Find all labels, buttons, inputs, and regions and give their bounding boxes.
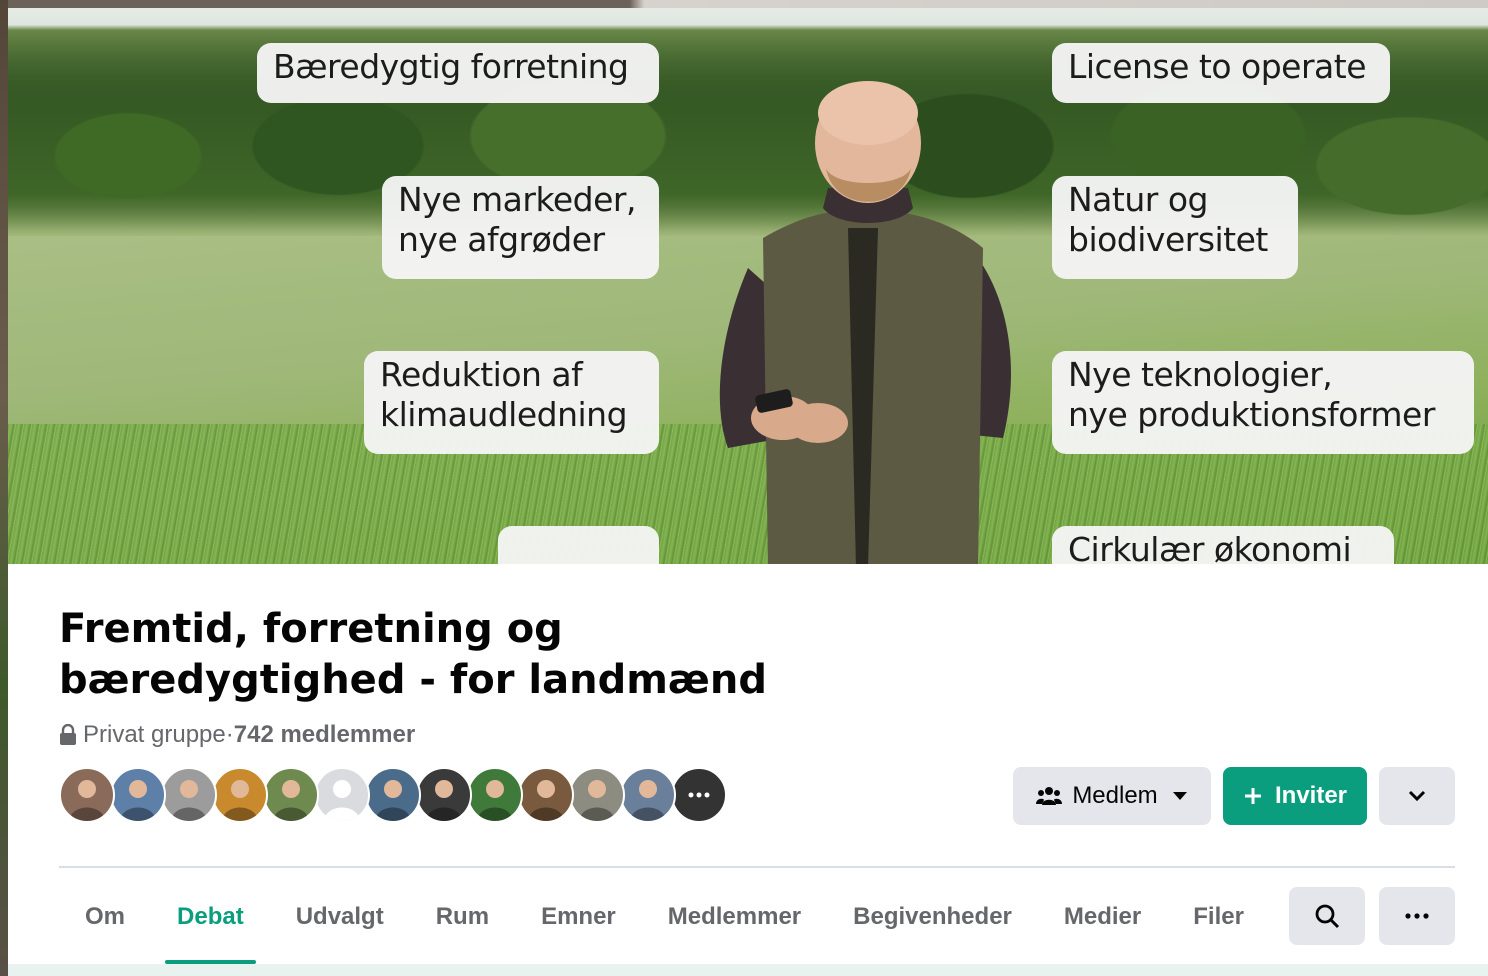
person-icon — [528, 780, 564, 821]
group-title[interactable]: Fremtid, forretning og bæredygtighed - f… — [59, 604, 819, 706]
background-edge — [0, 0, 8, 976]
person-icon — [171, 780, 207, 821]
member-avatar[interactable] — [314, 767, 370, 823]
cover-bubble: Reduktion af klimaudledning — [364, 351, 659, 454]
search-icon — [1315, 904, 1340, 929]
member-avatar[interactable] — [518, 767, 574, 823]
member-avatar[interactable] — [467, 767, 523, 823]
member-avatar[interactable] — [212, 767, 268, 823]
tab-filer[interactable]: Filer — [1167, 880, 1270, 954]
person-icon — [375, 780, 411, 821]
header-divider — [59, 866, 1455, 868]
member-avatar-more[interactable] — [671, 767, 727, 823]
person-icon — [120, 780, 156, 821]
person-icon — [69, 780, 105, 821]
tab-debat[interactable]: Debat — [151, 880, 270, 964]
cover-bubble: Bæredygtig forretning — [257, 43, 659, 103]
person-icon — [579, 780, 615, 821]
group-actions: Medlem Inviter — [1013, 767, 1455, 825]
tab-rum[interactable]: Rum — [410, 880, 515, 954]
expand-button[interactable] — [1379, 767, 1455, 825]
member-avatar[interactable] — [620, 767, 676, 823]
more-icon — [688, 792, 710, 798]
cover-bubble-partial — [498, 526, 659, 564]
tab-tools — [1289, 887, 1455, 945]
person-icon — [477, 780, 513, 821]
member-avatar[interactable] — [365, 767, 421, 823]
more-icon — [1405, 913, 1429, 919]
search-button[interactable] — [1289, 887, 1365, 945]
cover-photo[interactable]: Bæredygtig forretning Nye markeder, nye … — [8, 8, 1488, 564]
tab-medier[interactable]: Medier — [1038, 880, 1167, 954]
meta-separator: · — [225, 721, 234, 748]
top-strip — [8, 0, 1488, 8]
tab-udvalgt[interactable]: Udvalgt — [270, 880, 410, 954]
content-start-band — [8, 964, 1488, 976]
group-meta: Privat gruppe · 742 medlemmer — [59, 718, 415, 752]
person-icon — [426, 780, 462, 821]
lock-icon — [60, 724, 76, 745]
member-avatar[interactable] — [416, 767, 472, 823]
privacy-label: Privat gruppe — [83, 721, 226, 748]
person-icon — [273, 780, 309, 821]
member-avatar[interactable] — [263, 767, 319, 823]
cover-bubble: Nye markeder, nye afgrøder — [382, 176, 659, 279]
person-icon — [222, 780, 258, 821]
cover-bubble: Natur og biodiversitet — [1052, 176, 1298, 279]
tab-begivenheder[interactable]: Begivenheder — [827, 880, 1038, 954]
group-page: Bæredygtig forretning Nye markeder, nye … — [8, 0, 1488, 976]
member-avatar[interactable] — [569, 767, 625, 823]
invite-button-label: Inviter — [1274, 782, 1348, 809]
farmer-figure — [719, 81, 1011, 564]
tab-emner[interactable]: Emner — [515, 880, 642, 954]
member-avatar[interactable] — [161, 767, 217, 823]
members-icon — [1036, 787, 1063, 805]
plus-icon — [1244, 788, 1261, 804]
member-count[interactable]: 742 medlemmer — [234, 721, 415, 749]
tab-om[interactable]: Om — [59, 880, 151, 954]
member-avatar[interactable] — [59, 767, 115, 823]
caret-down-icon — [1172, 792, 1187, 800]
member-avatar[interactable] — [110, 767, 166, 823]
cover-bubble: License to operate — [1052, 43, 1390, 103]
member-button-label: Medlem — [1072, 782, 1158, 809]
person-icon — [324, 780, 360, 821]
tab-medlemmer[interactable]: Medlemmer — [642, 880, 827, 954]
invite-button[interactable]: Inviter — [1223, 767, 1367, 825]
member-avatars — [59, 767, 727, 825]
member-button[interactable]: Medlem — [1013, 767, 1211, 825]
group-tabs: Om Debat Udvalgt Rum Emner Medlemmer Begivenhe… — [59, 880, 1270, 964]
chevron-down-icon — [1408, 790, 1426, 802]
cover-bubble: Cirkulær økonomi — [1052, 526, 1394, 564]
person-icon — [630, 780, 666, 821]
cover-bubble: Nye teknologier, nye produktionsformer — [1052, 351, 1474, 454]
more-options-button[interactable] — [1379, 887, 1455, 945]
